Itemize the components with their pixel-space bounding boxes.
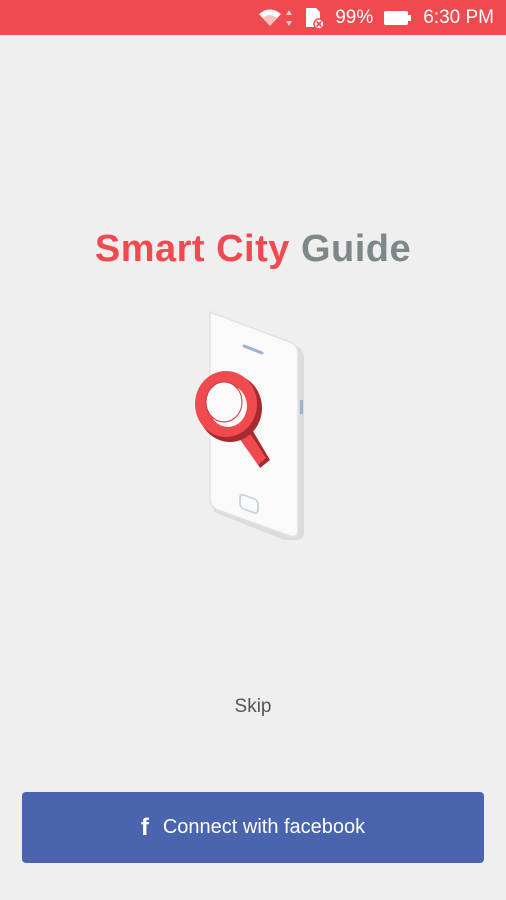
- wifi-icon: [257, 8, 283, 28]
- status-bar: 99% 6:30 PM: [0, 0, 506, 35]
- connect-facebook-label: Connect with facebook: [162, 816, 366, 838]
- facebook-icon: f: [140, 813, 149, 841]
- battery-percent: 99%: [335, 6, 374, 28]
- data-arrows-icon: [285, 9, 293, 27]
- battery-icon: [383, 9, 413, 27]
- clock: 6:30 PM: [423, 6, 494, 28]
- phone-magnifier-illustration: [186, 308, 316, 548]
- skip-button[interactable]: Skip: [203, 690, 303, 724]
- connect-facebook-button[interactable]: f Connect with facebook: [22, 792, 484, 863]
- app-title: Smart City Guide: [0, 228, 506, 271]
- app-title-part2: Guide: [300, 228, 412, 270]
- app-title-part1: Smart City: [94, 228, 290, 270]
- sd-card-error-icon: [303, 6, 325, 30]
